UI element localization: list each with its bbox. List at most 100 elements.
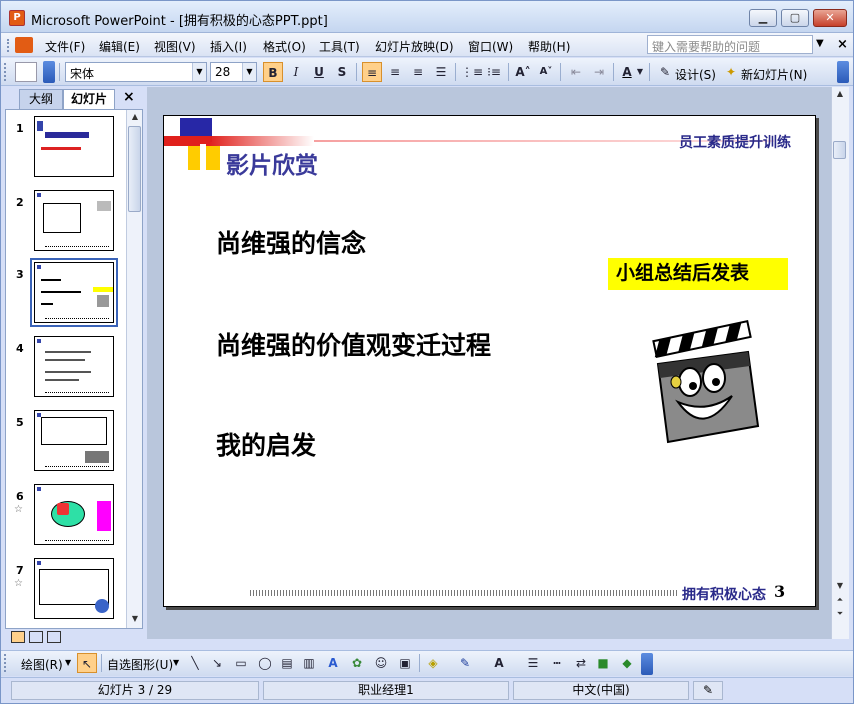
underline-button[interactable]: U xyxy=(309,62,329,82)
picture-icon[interactable]: ▣ xyxy=(395,653,415,673)
arrow-style-icon[interactable]: ⇄ xyxy=(571,653,591,673)
line-color-icon[interactable]: ✎ xyxy=(455,653,475,673)
menu-view[interactable]: 视图(V) xyxy=(154,38,196,55)
rectangle-tool-icon[interactable]: ▭ xyxy=(231,653,251,673)
tab-slides[interactable]: 幻灯片 xyxy=(63,89,115,109)
scroll-down-icon[interactable]: ▼ xyxy=(833,579,847,593)
help-search-input[interactable]: 键入需要帮助的问题 xyxy=(647,35,813,54)
chevron-down-icon[interactable]: ▼ xyxy=(173,658,179,667)
scroll-down-icon[interactable]: ▼ xyxy=(128,612,142,626)
decrease-indent-icon[interactable]: ⇤ xyxy=(566,62,586,82)
document-icon[interactable] xyxy=(15,37,33,53)
close-pane-icon[interactable]: × xyxy=(123,89,135,105)
menu-slideshow[interactable]: 幻灯片放映(D) xyxy=(375,38,454,55)
slide-thumbnail-7[interactable] xyxy=(34,558,114,619)
font-color-icon[interactable]: A xyxy=(617,62,637,82)
chevron-down-icon[interactable]: ▼ xyxy=(192,63,206,81)
spelling-status-icon[interactable]: ✎ xyxy=(693,681,723,700)
autoshapes-menu-button[interactable]: 自选图形(U) xyxy=(107,656,173,673)
scroll-up-icon[interactable]: ▲ xyxy=(833,87,847,101)
slide-thumbnail-1[interactable] xyxy=(34,116,114,177)
scroll-up-icon[interactable]: ▲ xyxy=(128,110,142,124)
next-slide-icon[interactable]: ⏷ xyxy=(833,607,847,621)
thumbnail-scrollbar[interactable]: ▲ ▼ xyxy=(126,110,142,628)
minimize-button[interactable]: ▁ xyxy=(749,9,777,27)
slide-thumbnail-3[interactable] xyxy=(30,258,118,327)
thumb-number: 1 xyxy=(16,122,24,135)
new-slide-button[interactable]: 新幻灯片(N) xyxy=(741,66,807,83)
vertical-textbox-icon[interactable]: ▥ xyxy=(299,653,319,673)
slide-thumbnail-2[interactable] xyxy=(34,190,114,251)
slide-thumbnail-4[interactable] xyxy=(34,336,114,397)
dash-style-icon[interactable]: ┅ xyxy=(547,653,567,673)
thumb-number: 3 xyxy=(16,268,24,281)
slide-sorter-icon[interactable] xyxy=(28,631,43,643)
previous-slide-icon[interactable]: ⏶ xyxy=(833,593,847,607)
bullet-list-icon[interactable]: ⁝≡ xyxy=(484,62,504,82)
close-document-icon[interactable]: × xyxy=(837,37,848,52)
line-tool-icon[interactable]: ╲ xyxy=(185,653,205,673)
normal-view-icon[interactable] xyxy=(11,631,25,643)
menu-tools[interactable]: 工具(T) xyxy=(319,38,360,55)
toolbar-options-icon[interactable] xyxy=(43,61,55,83)
font-color-dropdown-icon[interactable]: ▼ xyxy=(635,62,645,82)
toolbar-separator xyxy=(613,63,614,81)
design-icon[interactable]: ✎ xyxy=(655,62,675,82)
new-slide-icon[interactable]: ✦ xyxy=(721,62,741,82)
scrollbar-thumb[interactable] xyxy=(128,126,141,212)
3d-style-icon[interactable]: ◆ xyxy=(617,653,637,673)
menu-window[interactable]: 窗口(W) xyxy=(468,38,513,55)
powerpoint-app-icon[interactable]: P xyxy=(9,10,25,26)
align-left-icon[interactable]: ≡ xyxy=(362,62,382,82)
decrease-font-icon[interactable]: A˅ xyxy=(536,62,556,82)
menu-insert[interactable]: 插入(I) xyxy=(210,38,247,55)
align-center-icon[interactable]: ≡ xyxy=(385,62,405,82)
toolbar-grip[interactable] xyxy=(4,654,7,672)
font-color-icon[interactable]: A xyxy=(489,653,509,673)
shadow-style-icon[interactable]: ■ xyxy=(593,653,613,673)
select-pointer-icon[interactable]: ↖ xyxy=(77,653,97,673)
arrow-tool-icon[interactable]: ↘ xyxy=(207,653,227,673)
slide-scrollbar[interactable]: ▲ ▼ ⏶ ⏷ xyxy=(831,87,849,639)
menu-edit[interactable]: 编辑(E) xyxy=(99,38,140,55)
maximize-button[interactable]: ▢ xyxy=(781,9,809,27)
chevron-down-icon[interactable]: ▼ xyxy=(65,658,71,667)
scrollbar-thumb[interactable] xyxy=(833,141,846,159)
shadow-button[interactable]: S xyxy=(332,62,352,82)
toolbar-options-icon[interactable] xyxy=(837,61,849,83)
help-dropdown-icon[interactable]: ▼ xyxy=(816,38,824,49)
fill-color-icon[interactable]: ◈ xyxy=(423,653,443,673)
design-button[interactable]: 设计(S) xyxy=(675,66,716,83)
menu-format[interactable]: 格式(O) xyxy=(263,38,306,55)
align-right-icon[interactable]: ≡ xyxy=(408,62,428,82)
increase-indent-icon[interactable]: ⇥ xyxy=(589,62,609,82)
close-button[interactable]: ✕ xyxy=(813,9,847,27)
justify-icon[interactable]: ☰ xyxy=(431,62,451,82)
toolbar-options-icon[interactable] xyxy=(641,653,653,675)
toolbar-grip[interactable] xyxy=(4,63,7,81)
menu-help[interactable]: 帮助(H) xyxy=(528,38,570,55)
diagram-icon[interactable]: ✿ xyxy=(347,653,367,673)
oval-tool-icon[interactable]: ◯ xyxy=(255,653,275,673)
wordart-icon[interactable]: A xyxy=(323,653,343,673)
bold-button[interactable]: B xyxy=(263,62,283,82)
chevron-down-icon[interactable]: ▼ xyxy=(242,63,256,81)
draw-menu-button[interactable]: 绘图(R) xyxy=(21,656,63,673)
increase-font-icon[interactable]: A˄ xyxy=(513,62,533,82)
slide-thumbnail-6[interactable] xyxy=(34,484,114,545)
clipart-icon[interactable]: ☺ xyxy=(371,653,391,673)
slideshow-icon[interactable] xyxy=(46,631,61,643)
font-name-select[interactable]: 宋体 ▼ xyxy=(65,62,207,82)
current-slide[interactable]: 员工素质提升训练 影片欣赏 尚维强的信念 尚维强的价值观变迁过程 我的启发 小组… xyxy=(163,115,816,607)
slide-thumbnail-5[interactable] xyxy=(34,410,114,471)
menu-file[interactable]: 文件(F) xyxy=(45,38,85,55)
menu-grip[interactable] xyxy=(7,39,10,52)
line-style-icon[interactable]: ☰ xyxy=(523,653,543,673)
italic-button[interactable]: I xyxy=(286,62,306,82)
tab-outline[interactable]: 大纲 xyxy=(19,89,63,109)
textbox-tool-icon[interactable]: ▤ xyxy=(277,653,297,673)
font-size-select[interactable]: 28 ▼ xyxy=(210,62,257,82)
animation-star-icon: ☆ xyxy=(14,504,23,515)
numbered-list-icon[interactable]: ⋮≡ xyxy=(461,62,483,82)
new-document-icon[interactable] xyxy=(15,62,37,82)
